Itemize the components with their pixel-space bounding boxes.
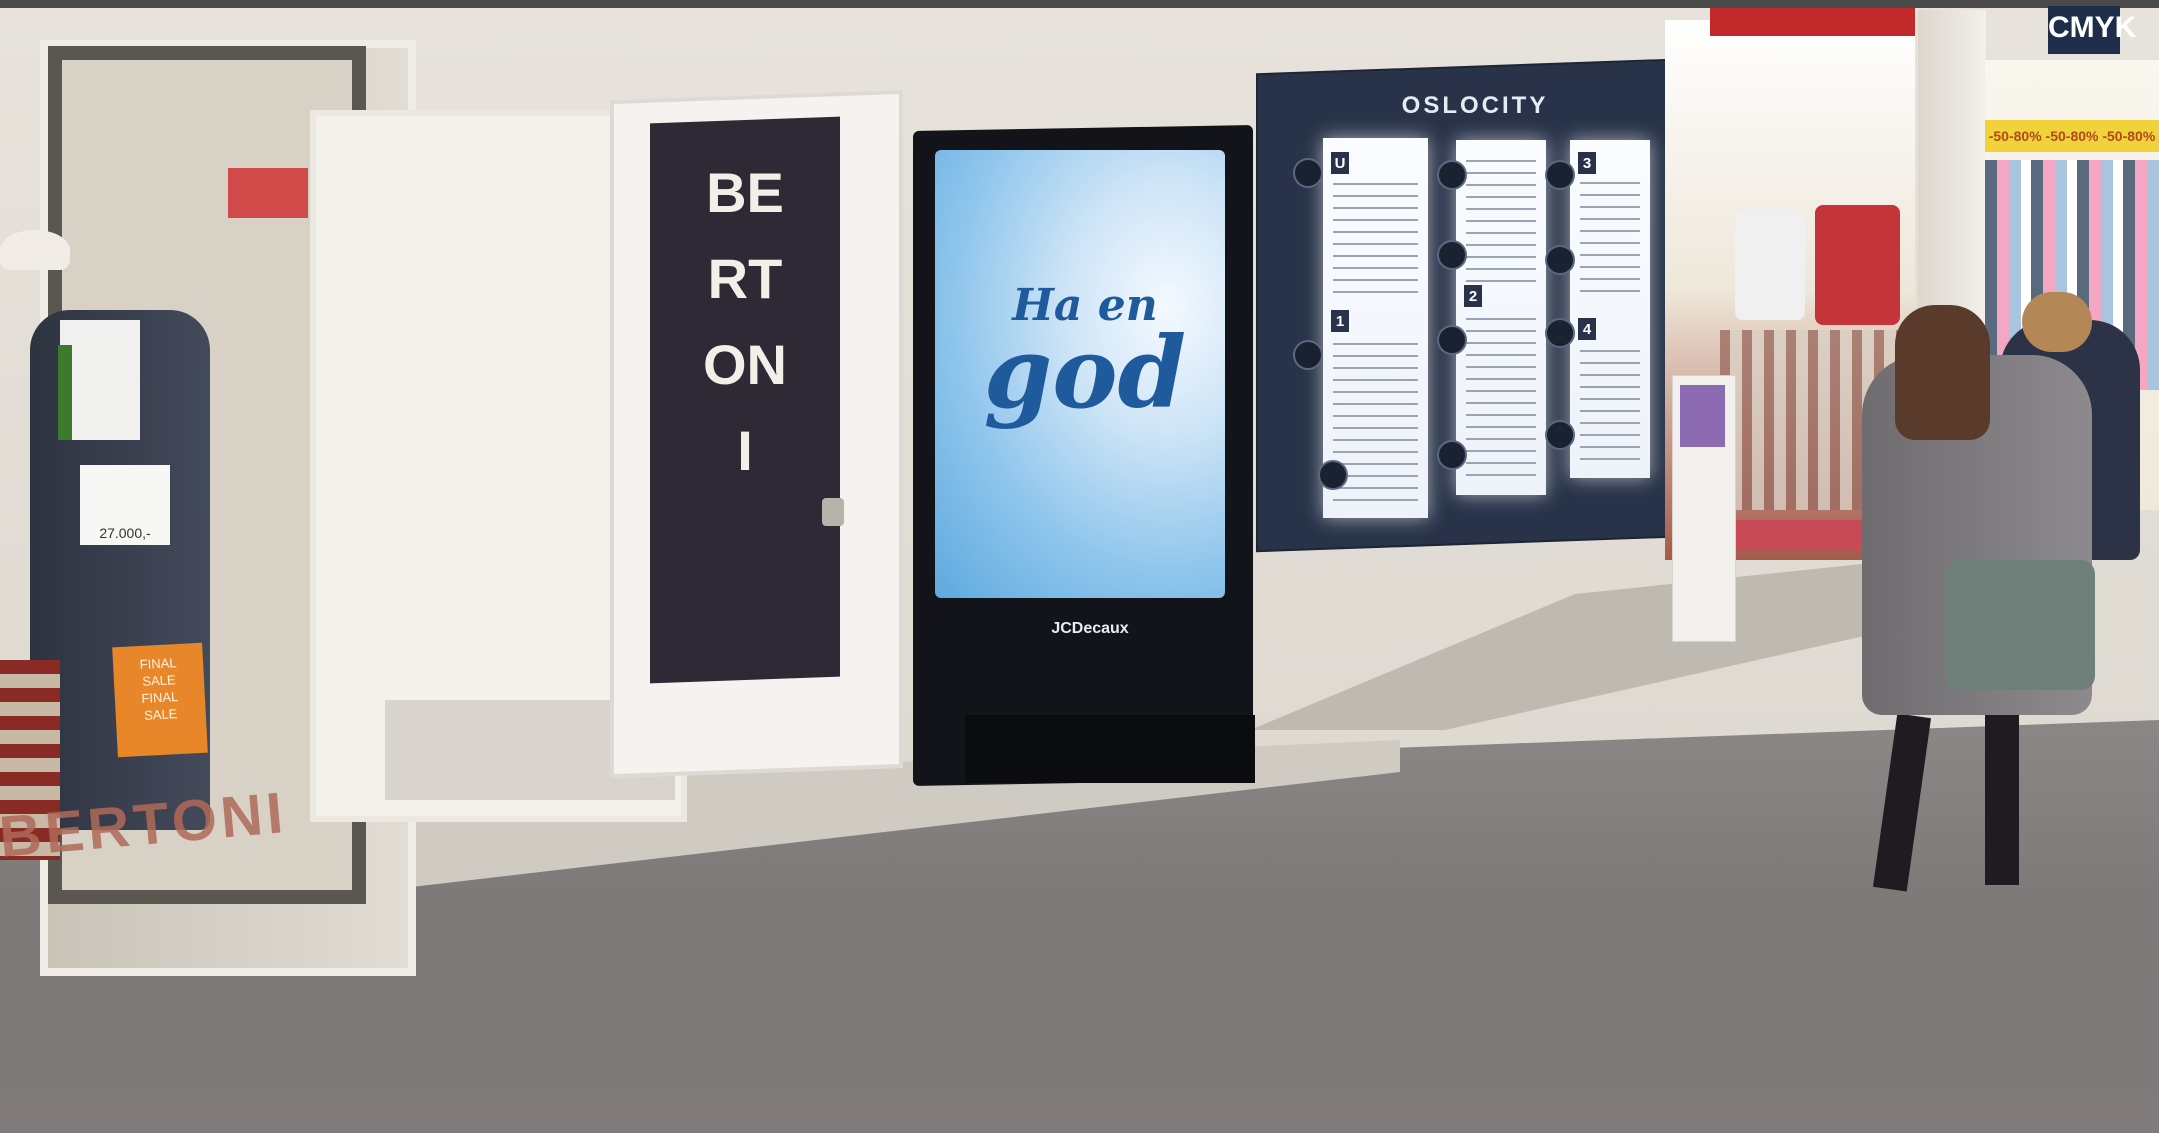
sale-sign-line: SALE [143,706,178,723]
person-1-hair [1895,305,1990,440]
directory-category-icon [1437,240,1467,270]
mannequin-shirt [60,320,140,440]
directory-listing-lines [1466,318,1536,478]
signage-message: Ha en god [965,280,1205,440]
directory-category-icon [1293,158,1323,188]
directory-section-label: 4 [1578,318,1596,340]
directory-category-icon [1437,440,1467,470]
window-sticker [228,168,308,218]
directory-listing-lines [1580,350,1640,465]
hanging-red-shirt [1815,205,1900,325]
cmyk-sign: CMYK [2048,6,2136,54]
hanging-shirt [1735,210,1805,320]
directory-category-icon [1545,160,1575,190]
price-tag: 27.000,- [80,465,170,545]
directory-section-label: 2 [1464,285,1482,307]
info-stand-poster [1680,385,1725,447]
person-1-handbag [1945,560,2095,690]
directory-listing-lines [1333,183,1418,293]
directory-title: OSLOCITY [1401,92,1549,119]
directory-panel: 3 4 [1570,140,1650,478]
ceiling [0,0,2159,8]
kiosk-base [965,715,1255,783]
cmyk-sale-banner: -50-80% -50-80% -50-80% [1985,120,2159,152]
signage-line-2: god [983,316,1187,431]
directory-category-icon [1545,318,1575,348]
person-1-leg [1985,715,2019,885]
directory-category-icon [1437,325,1467,355]
store-sign [1710,8,1915,36]
directory-section-label: 1 [1331,310,1349,332]
person-2-hair [2022,292,2092,352]
mannequin-tie [58,345,72,440]
directory-category-icon [1293,340,1323,370]
directory-category-icon [1318,460,1348,490]
directory-listing-lines [1466,160,1536,290]
kiosk-brand: JCDecaux [1051,620,1129,637]
directory-category-icon [1545,245,1575,275]
directory-panel: 2 [1456,140,1546,495]
directory-listing-lines [1580,182,1640,292]
final-sale-sign: FINAL SALE FINAL SALE [112,642,208,758]
door-handle [822,498,844,526]
directory-section-label: 3 [1578,152,1596,174]
store-rug [1735,520,1865,550]
mannequin-hat [0,230,70,270]
door-banner-text: BERTONI [703,161,787,482]
directory-category-icon [1437,160,1467,190]
directory-category-icon [1545,420,1575,450]
directory-section-label: U [1331,152,1349,174]
